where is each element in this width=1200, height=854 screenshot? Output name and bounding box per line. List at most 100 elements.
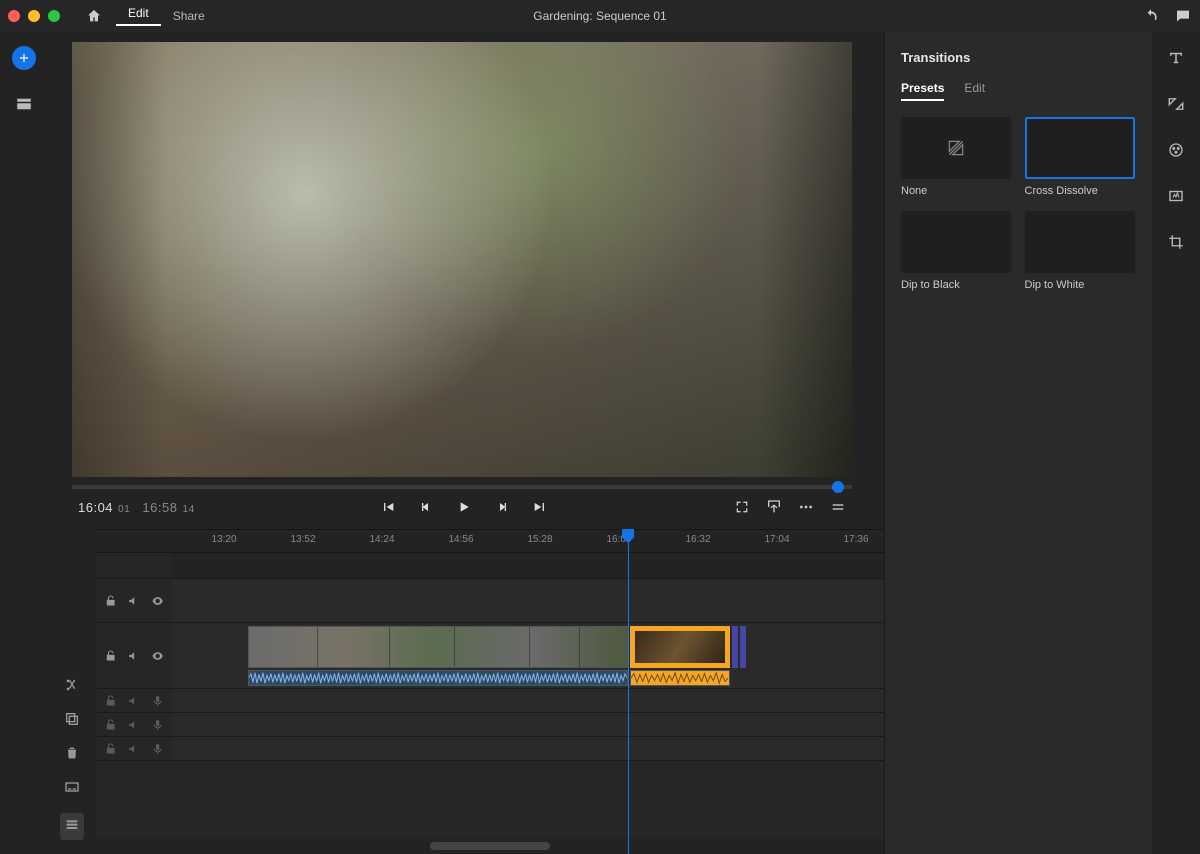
step-forward-icon[interactable] [494,499,510,515]
mic-icon[interactable] [151,694,164,708]
nav-edit[interactable]: Edit [116,6,161,26]
transition-marker[interactable] [732,626,738,668]
more-options-icon[interactable] [798,499,814,515]
monitor-canvas[interactable] [72,42,852,477]
audio-button[interactable] [1164,184,1188,208]
color-button[interactable] [1164,138,1188,162]
no-transition-icon [946,138,966,158]
timecode-display[interactable]: 16:04 01 16:58 14 [78,500,195,515]
workspace: 16:04 01 16:58 14 [0,32,1200,854]
undo-icon[interactable] [1142,8,1160,24]
ruler-tick: 17:36 [843,534,868,545]
scrub-playhead[interactable] [832,481,844,493]
ruler-tick: 16:32 [685,534,710,545]
left-rail [0,32,48,854]
video-track-1[interactable] [96,623,884,689]
transition-marker[interactable] [740,626,746,668]
comment-icon[interactable] [1174,8,1192,24]
program-monitor: 16:04 01 16:58 14 [48,32,884,529]
crop-button[interactable] [1164,230,1188,254]
ruler-tick: 14:24 [369,534,394,545]
mic-icon[interactable] [151,742,164,756]
track-title [96,553,884,579]
preset-label: None [901,185,1013,197]
preset-label: Cross Dissolve [1025,185,1137,197]
audio-clip[interactable] [248,670,628,686]
ruler-tick: 13:52 [290,534,315,545]
duration-timecode: 16:58 [142,500,177,515]
time-ruler[interactable]: 13:20 13:52 14:24 14:56 15:28 16:00 16:3… [96,529,884,553]
transitions-button[interactable] [1164,92,1188,116]
window-minimize-button[interactable] [28,10,40,22]
monitor-scrub-bar[interactable] [72,485,852,489]
preset-label: Dip to White [1025,279,1137,291]
add-media-button[interactable] [12,46,36,70]
go-to-end-icon[interactable] [532,499,548,515]
mute-icon[interactable] [127,649,140,663]
preset-cross-dissolve[interactable]: Cross Dissolve [1025,117,1137,197]
audio-track-4[interactable] [96,737,884,761]
mic-icon[interactable] [151,718,164,732]
preset-dip-to-white[interactable]: Dip to White [1025,211,1137,291]
preset-dip-to-black[interactable]: Dip to Black [901,211,1013,291]
audio-track-2[interactable] [96,689,884,713]
right-rail [1152,32,1200,854]
center-area: 16:04 01 16:58 14 [48,32,884,854]
lock-icon[interactable] [104,718,117,732]
ruler-tick: 15:28 [527,534,552,545]
video-track-2[interactable] [96,579,884,623]
window-close-button[interactable] [8,10,20,22]
eye-icon[interactable] [151,594,164,608]
preset-label: Dip to Black [901,279,1013,291]
panel-title: Transitions [901,50,1136,65]
track-display-button[interactable] [60,813,84,840]
menubar: Edit Share Gardening: Sequence 01 [0,0,1200,32]
lock-icon[interactable] [104,694,117,708]
window-controls [8,10,72,22]
lock-icon[interactable] [104,649,117,663]
home-icon[interactable] [86,8,102,24]
play-icon[interactable] [456,499,472,515]
mute-icon[interactable] [127,742,140,756]
step-back-icon[interactable] [418,499,434,515]
nav-share[interactable]: Share [161,9,217,23]
preset-none[interactable]: None [901,117,1013,197]
project-panel-button[interactable] [12,92,36,116]
mute-icon[interactable] [127,694,140,708]
ruler-tick: 14:56 [448,534,473,545]
transitions-panel: Transitions Presets Edit None Cross Diss… [884,32,1152,854]
go-to-start-icon[interactable] [380,499,396,515]
timeline-area: 13:20 13:52 14:24 14:56 15:28 16:00 16:3… [48,529,884,854]
timeline-tools [48,529,96,854]
scissors-icon[interactable] [64,677,80,693]
player-controls: 16:04 01 16:58 14 [72,489,852,521]
export-frame-icon[interactable] [766,499,782,515]
duplicate-icon[interactable] [64,711,80,727]
lock-icon[interactable] [104,594,117,608]
video-clip[interactable] [248,626,628,668]
trash-icon[interactable] [64,745,80,761]
ruler-tick: 13:20 [211,534,236,545]
lock-icon[interactable] [104,742,117,756]
mute-icon[interactable] [127,718,140,732]
panel-menu-icon[interactable] [830,499,846,515]
selected-video-clip[interactable] [630,626,730,668]
current-timecode: 16:04 [78,500,113,515]
current-frames: 01 [118,504,130,515]
tracks [96,553,884,838]
tab-edit[interactable]: Edit [964,81,985,101]
titles-button[interactable] [1164,46,1188,70]
timeline-scrollbar[interactable] [96,838,884,854]
window-maximize-button[interactable] [48,10,60,22]
app-window: Edit Share Gardening: Sequence 01 [0,0,1200,854]
eye-icon[interactable] [151,649,164,663]
captions-icon[interactable] [64,779,80,795]
timeline-zoom-handle[interactable] [430,842,550,850]
mute-icon[interactable] [127,594,140,608]
timeline: 13:20 13:52 14:24 14:56 15:28 16:00 16:3… [96,529,884,854]
selected-audio-clip[interactable] [630,670,730,686]
audio-track-3[interactable] [96,713,884,737]
tab-presets[interactable]: Presets [901,81,944,101]
fullscreen-icon[interactable] [734,499,750,515]
timeline-playhead[interactable] [628,530,629,854]
